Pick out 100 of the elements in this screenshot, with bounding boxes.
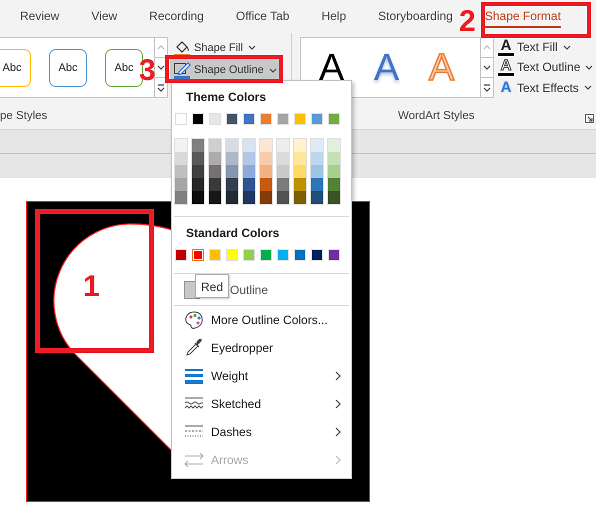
more-button[interactable] bbox=[481, 77, 494, 98]
caret-icon bbox=[268, 68, 277, 72]
caret-icon bbox=[585, 64, 594, 70]
color-swatch[interactable] bbox=[311, 178, 323, 191]
menu-item[interactable]: Dashes bbox=[172, 418, 351, 446]
color-swatch[interactable] bbox=[277, 152, 289, 165]
line-weight-icon bbox=[184, 366, 204, 386]
color-swatch[interactable] bbox=[226, 178, 238, 191]
color-swatch[interactable] bbox=[260, 165, 272, 178]
color-swatch[interactable] bbox=[243, 152, 255, 165]
color-swatch[interactable] bbox=[192, 191, 204, 204]
ribbon-tab[interactable]: Shape Format bbox=[482, 0, 563, 33]
color-swatch[interactable] bbox=[226, 139, 238, 152]
color-swatch[interactable] bbox=[294, 165, 306, 178]
color-swatch[interactable] bbox=[209, 152, 221, 165]
color-swatch[interactable] bbox=[260, 139, 272, 152]
color-swatch[interactable] bbox=[209, 191, 221, 204]
color-swatch[interactable] bbox=[328, 191, 340, 204]
color-swatch[interactable] bbox=[209, 178, 221, 191]
step-number: 1 bbox=[83, 270, 100, 304]
caret-icon bbox=[584, 85, 592, 90]
caret-up-icon bbox=[157, 45, 165, 50]
color-swatch[interactable] bbox=[311, 191, 323, 204]
more-icon bbox=[157, 84, 165, 92]
shape-fill-button[interactable]: Shape Fill bbox=[170, 37, 261, 58]
color-swatch[interactable] bbox=[277, 191, 289, 204]
group-label: WordArt Styles bbox=[398, 109, 474, 124]
color-swatch[interactable] bbox=[209, 165, 221, 178]
color-swatch[interactable] bbox=[311, 152, 323, 165]
shape-style-preset[interactable]: Abc bbox=[0, 48, 31, 86]
menu-item[interactable]: More Outline Colors... bbox=[172, 306, 351, 334]
color-swatch[interactable] bbox=[192, 139, 204, 152]
color-swatch[interactable] bbox=[175, 152, 187, 165]
color-swatch[interactable] bbox=[277, 178, 289, 191]
color-swatch[interactable] bbox=[175, 139, 187, 152]
color-swatch[interactable] bbox=[243, 178, 255, 191]
color-swatch[interactable] bbox=[175, 178, 187, 191]
caret-icon bbox=[562, 44, 571, 50]
color-swatch[interactable] bbox=[277, 139, 289, 152]
shape-style-preset[interactable]: Abc bbox=[49, 48, 87, 86]
color-swatch[interactable] bbox=[328, 139, 340, 152]
color-swatch[interactable] bbox=[192, 178, 204, 191]
color-swatch[interactable] bbox=[192, 152, 204, 165]
text-effects-button[interactable]: A Text Effects bbox=[496, 78, 594, 98]
color-swatch[interactable] bbox=[260, 178, 272, 191]
caret-icon bbox=[248, 45, 256, 50]
color-swatch[interactable] bbox=[294, 152, 306, 165]
color-swatch[interactable] bbox=[294, 178, 306, 191]
ribbon-tab[interactable]: Office Tab bbox=[234, 0, 292, 33]
color-swatch[interactable] bbox=[277, 165, 289, 178]
color-swatch[interactable] bbox=[260, 152, 272, 165]
color-swatch[interactable] bbox=[175, 165, 187, 178]
color-swatch[interactable] bbox=[243, 165, 255, 178]
color-swatch[interactable] bbox=[226, 191, 238, 204]
section-heading: Standard Colors bbox=[185, 225, 280, 242]
color-swatch[interactable] bbox=[328, 152, 340, 165]
eyedropper-icon bbox=[184, 338, 204, 358]
ribbon-tab[interactable]: Storyboarding bbox=[376, 0, 455, 33]
color-swatch[interactable] bbox=[311, 139, 323, 152]
step-number: 2 bbox=[459, 5, 476, 39]
color-swatch[interactable] bbox=[243, 139, 255, 152]
tooltip: Red bbox=[195, 274, 230, 298]
scroll-up-button[interactable] bbox=[155, 37, 168, 58]
ribbon-tab[interactable]: Review bbox=[18, 0, 62, 33]
color-swatch[interactable] bbox=[294, 139, 306, 152]
more-icon bbox=[483, 84, 491, 92]
caret-down-icon bbox=[483, 65, 491, 70]
scroll-up-button[interactable] bbox=[481, 37, 494, 58]
arrows-icon bbox=[184, 450, 204, 470]
color-swatch[interactable] bbox=[192, 249, 204, 261]
palette-icon bbox=[184, 310, 204, 330]
section-heading: Theme Colors bbox=[185, 89, 268, 106]
dialog-launcher-icon[interactable] bbox=[585, 114, 594, 123]
color-swatch[interactable] bbox=[328, 178, 340, 191]
color-swatch[interactable] bbox=[243, 191, 255, 204]
caret-up-icon bbox=[483, 45, 491, 50]
menu-item[interactable]: Eyedropper bbox=[172, 334, 351, 362]
text-outline-button[interactable]: A Text Outline bbox=[496, 57, 594, 78]
menu-item[interactable]: Weight bbox=[172, 362, 351, 390]
color-swatch[interactable] bbox=[226, 152, 238, 165]
more-button[interactable] bbox=[155, 77, 168, 98]
group-label: pe Styles bbox=[0, 109, 48, 124]
color-swatch[interactable] bbox=[175, 191, 187, 204]
color-swatch[interactable] bbox=[311, 165, 323, 178]
paint-bucket-icon bbox=[173, 38, 191, 56]
menu-item[interactable]: Sketched bbox=[172, 390, 351, 418]
ribbon-tab[interactable]: Recording bbox=[147, 0, 206, 33]
ribbon-tab[interactable]: View bbox=[89, 0, 120, 33]
pencil-icon bbox=[173, 61, 191, 79]
ribbon-tab[interactable]: Help bbox=[319, 0, 348, 33]
color-swatch[interactable] bbox=[294, 191, 306, 204]
color-swatch[interactable] bbox=[226, 165, 238, 178]
color-swatch[interactable] bbox=[209, 139, 221, 152]
color-swatch[interactable] bbox=[260, 191, 272, 204]
color-swatch[interactable] bbox=[328, 165, 340, 178]
color-swatch[interactable] bbox=[192, 165, 204, 178]
text-fill-button[interactable]: A Text Fill bbox=[496, 37, 594, 58]
scroll-down-button[interactable] bbox=[481, 57, 494, 78]
wordart-sample[interactable]: A bbox=[359, 46, 414, 90]
menu-item[interactable]: Outline bbox=[230, 282, 268, 296]
